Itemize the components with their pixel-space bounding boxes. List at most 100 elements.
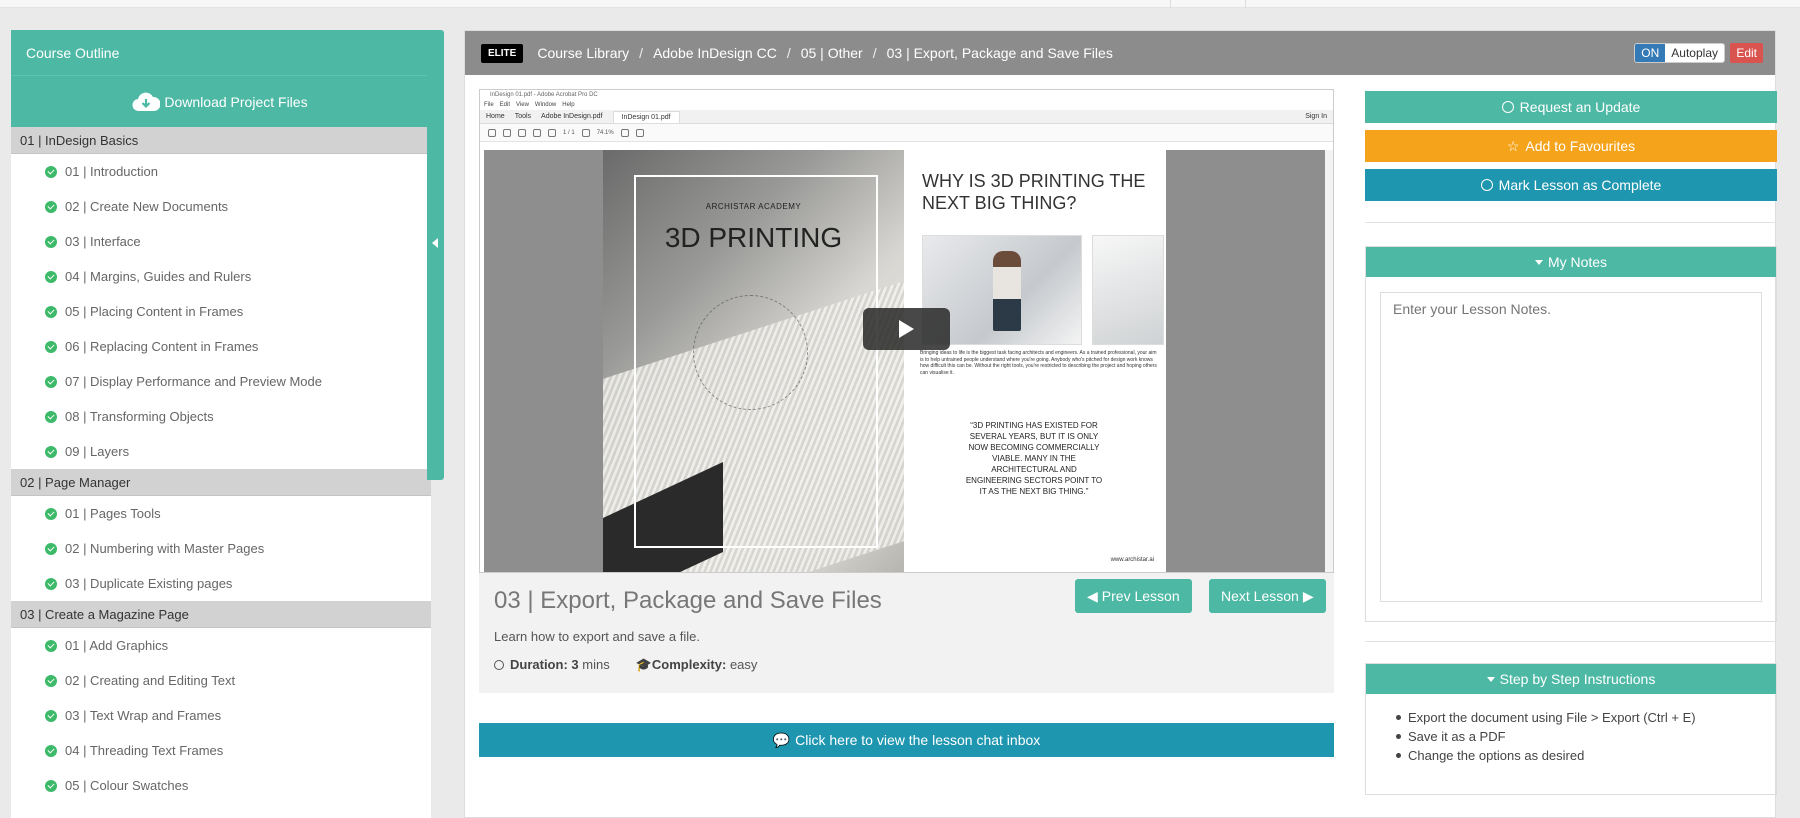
pen-icon: [635, 128, 644, 137]
lesson-label: 04 | Margins, Guides and Rulers: [65, 269, 252, 284]
acrobat-tab-home: Home: [486, 113, 505, 120]
lesson-label: 02 | Create New Documents: [65, 199, 229, 214]
mark-complete-button[interactable]: Mark Lesson as Complete: [1365, 169, 1777, 201]
magazine-article-page: WHY IS 3D PRINTING THE NEXT BIG THING? B…: [904, 150, 1166, 572]
lesson-link[interactable]: 03 | Duplicate Existing pages: [11, 566, 431, 601]
autoplay-label: Autoplay: [1665, 44, 1724, 62]
play-icon[interactable]: [863, 308, 950, 350]
edit-button[interactable]: Edit: [1730, 43, 1763, 63]
check-circle-icon: [45, 674, 57, 687]
check-circle-icon: [45, 410, 57, 423]
check-circle-icon: [45, 235, 57, 248]
lesson-link[interactable]: 02 | Create New Documents: [11, 189, 431, 224]
lesson-label: 03 | Interface: [65, 234, 141, 249]
lesson-link[interactable]: 01 | Add Graphics: [11, 628, 431, 663]
lesson-label: 01 | Pages Tools: [65, 506, 161, 521]
request-update-button[interactable]: Request an Update: [1365, 91, 1777, 123]
article-quote: “3D PRINTING HAS EXISTED FOR SEVERAL YEA…: [965, 421, 1103, 496]
lesson-label: 03 | Text Wrap and Frames: [65, 708, 222, 723]
main-panel: ELITE Course Library / Adobe InDesign CC…: [464, 30, 1777, 818]
cover-academy: ARCHISTAR ACADEMY: [705, 202, 802, 211]
lesson-label: 05 | Colour Swatches: [65, 778, 189, 793]
lesson-link[interactable]: 07 | Display Performance and Preview Mod…: [11, 364, 431, 399]
breadcrumb-separator: /: [786, 45, 791, 61]
save-icon: [488, 128, 496, 137]
check-circle-icon: [45, 445, 57, 458]
my-notes-header[interactable]: My Notes: [1366, 247, 1776, 277]
lesson-link[interactable]: 03 | Interface: [11, 224, 431, 259]
article-body: Bringing ideas to life is the biggest ta…: [920, 350, 1157, 376]
breadcrumb-course-library[interactable]: Course Library: [537, 45, 629, 61]
chevron-circle-left-icon: ◀: [1087, 587, 1098, 604]
check-circle-icon: [45, 165, 57, 178]
lesson-link[interactable]: 09 | Layers: [11, 434, 431, 469]
menu-help: Help: [562, 102, 575, 108]
lesson-link[interactable]: 03 | Text Wrap and Frames: [11, 698, 431, 733]
course-outline-header: Course Outline: [11, 30, 429, 75]
print-icon: [518, 128, 526, 137]
page-indicator: 1 / 1: [563, 129, 575, 136]
lesson-chat-inbox-button[interactable]: 💬 Click here to view the lesson chat inb…: [479, 723, 1334, 757]
zoom-level: 74.1%: [596, 129, 614, 136]
lesson-label: 01 | Introduction: [65, 164, 158, 179]
autoplay-toggle[interactable]: ON Autoplay: [1634, 43, 1725, 63]
check-circle-icon: [45, 507, 57, 520]
chevron-left-icon: [432, 238, 438, 248]
step-instructions-header[interactable]: Step by Step Instructions: [1366, 664, 1776, 694]
acrobat-menu: File Edit View Window Help: [480, 101, 1333, 110]
circle-icon: [1480, 179, 1493, 191]
mail-icon: [533, 128, 541, 137]
section-header[interactable]: 03 | Create a Magazine Page: [11, 601, 431, 628]
my-notes-card: My Notes: [1365, 246, 1777, 622]
download-project-files-button[interactable]: Download Project Files: [11, 75, 429, 127]
download-label: Download Project Files: [164, 93, 308, 110]
lesson-label: 07 | Display Performance and Preview Mod…: [65, 374, 322, 389]
menu-view: View: [516, 102, 529, 108]
video-player[interactable]: InDesign 01.pdf - Adobe Acrobat Pro DC F…: [479, 89, 1334, 573]
lesson-link[interactable]: 04 | Threading Text Frames: [11, 733, 431, 768]
lesson-link[interactable]: 05 | Colour Swatches: [11, 768, 431, 803]
lesson-link[interactable]: 01 | Pages Tools: [11, 496, 431, 531]
acrobat-tab-doc2: InDesign 01.pdf: [612, 110, 680, 123]
acrobat-sign-in: Sign In: [1305, 113, 1327, 120]
acrobat-window-title: InDesign 01.pdf - Adobe Acrobat Pro DC: [480, 90, 1333, 101]
sidebar-collapse-toggle[interactable]: [427, 30, 444, 480]
autoplay-state: ON: [1635, 44, 1666, 62]
section-header[interactable]: 01 | InDesign Basics: [11, 127, 431, 154]
breadcrumb-section[interactable]: 05 | Other: [801, 45, 863, 61]
lesson-link[interactable]: 06 | Replacing Content in Frames: [11, 329, 431, 364]
lesson-link[interactable]: 02 | Creating and Editing Text: [11, 663, 431, 698]
lesson-complexity: 🎓Complexity: easy: [635, 657, 758, 672]
divider: [1365, 641, 1777, 642]
add-to-favourites-button[interactable]: ☆ Add to Favourites: [1365, 130, 1777, 162]
steps-list: Export the document using File > Export …: [1366, 694, 1776, 767]
lesson-link[interactable]: 01 | Introduction: [11, 154, 431, 189]
prev-lesson-button[interactable]: ◀ Prev Lesson: [1075, 579, 1192, 613]
clock-icon: [494, 660, 504, 670]
check-circle-icon: [45, 639, 57, 652]
sections-list: 01 | InDesign Basics 01 | Introduction 02 …: [11, 127, 431, 803]
lesson-label: 04 | Threading Text Frames: [65, 743, 224, 758]
menu-window: Window: [534, 102, 557, 108]
cloud-download-icon: [132, 91, 161, 113]
lesson-notes-input[interactable]: [1380, 292, 1762, 602]
lesson-link[interactable]: 08 | Transforming Objects: [11, 399, 431, 434]
article-url: www.archistar.ai: [1110, 557, 1154, 563]
check-circle-icon: [45, 200, 57, 213]
lesson-label: 01 | Add Graphics: [65, 638, 169, 653]
step-item: Export the document using File > Export …: [1396, 710, 1776, 729]
elite-badge: ELITE: [481, 43, 524, 63]
pdf-scrollbar[interactable]: [1325, 150, 1333, 572]
breadcrumb-separator: /: [872, 45, 877, 61]
article-title: WHY IS 3D PRINTING THE NEXT BIG THING?: [922, 171, 1146, 213]
upload-icon: [503, 128, 511, 137]
next-lesson-button[interactable]: Next Lesson ▶: [1209, 579, 1326, 613]
section-header[interactable]: 02 | Page Manager: [11, 469, 431, 496]
breadcrumb-indesign[interactable]: Adobe InDesign CC: [653, 45, 777, 61]
lesson-link[interactable]: 02 | Numbering with Master Pages: [11, 531, 431, 566]
lesson-label: 02 | Numbering with Master Pages: [65, 541, 265, 556]
lesson-link[interactable]: 05 | Placing Content in Frames: [11, 294, 431, 329]
lesson-link[interactable]: 04 | Margins, Guides and Rulers: [11, 259, 431, 294]
breadcrumb: ELITE Course Library / Adobe InDesign CC…: [465, 31, 1775, 75]
lesson-title: 03 | Export, Package and Save Files: [494, 587, 882, 614]
